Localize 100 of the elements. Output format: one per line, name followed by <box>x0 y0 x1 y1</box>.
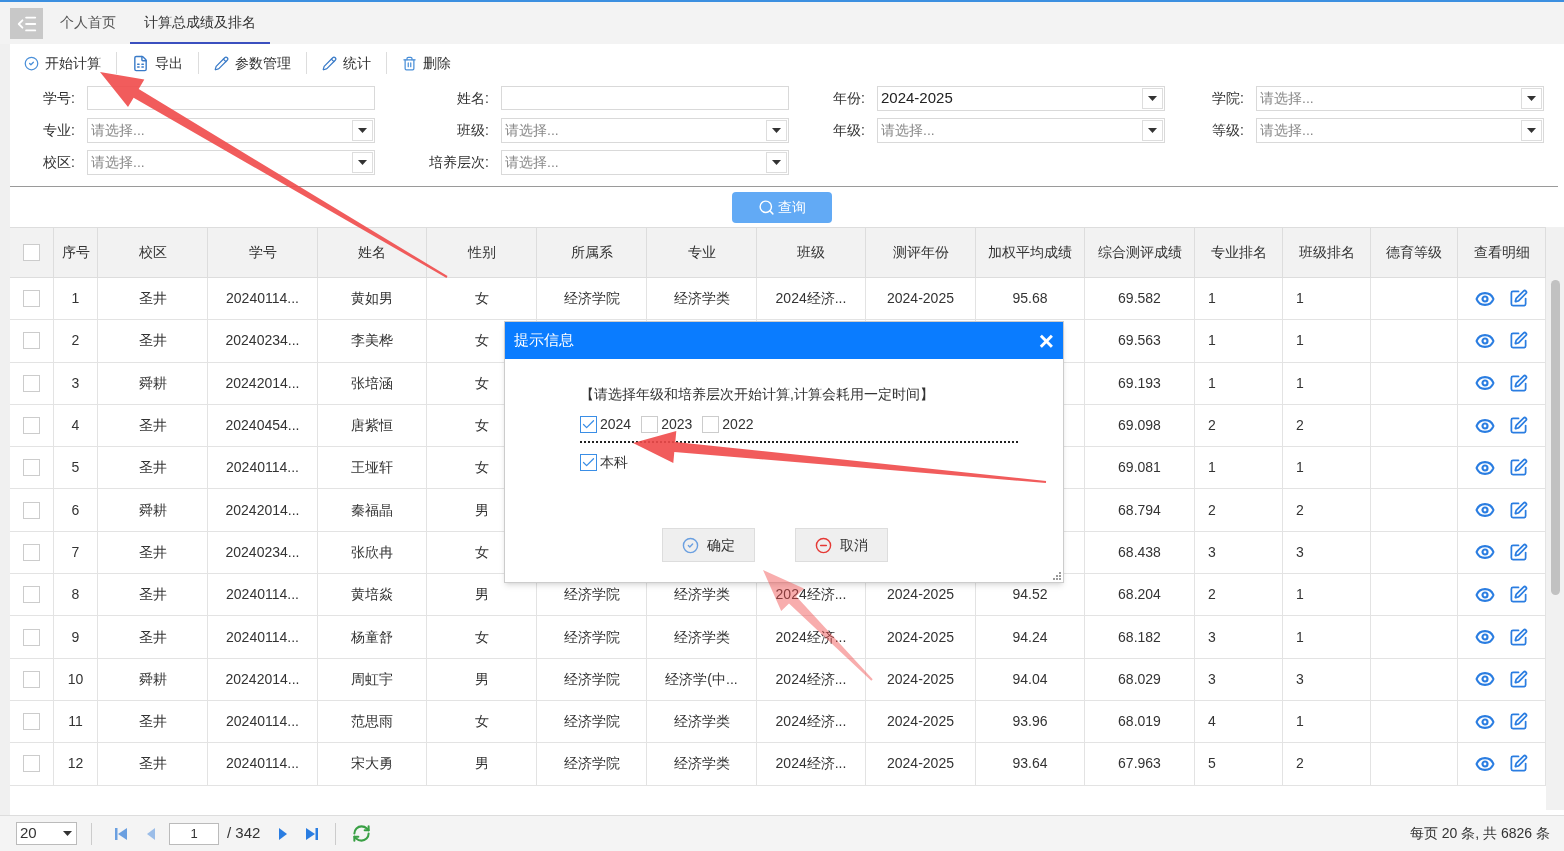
scrollbar[interactable] <box>1546 227 1564 810</box>
table-cell-text: 黄如男 <box>351 289 393 309</box>
table-cell-text: 男 <box>474 585 489 605</box>
table-cell-text: 2024经济... <box>775 627 847 647</box>
edit-icon[interactable] <box>1509 458 1528 478</box>
checkbox[interactable] <box>23 332 40 350</box>
table-cell-text: 20240454... <box>225 416 300 436</box>
table-cell-text: 93.96 <box>1012 712 1048 732</box>
checkbox[interactable] <box>23 244 40 261</box>
table-cell-text: 5 <box>71 458 80 478</box>
page-number-field[interactable]: 1 <box>169 822 219 845</box>
select-field[interactable]: 请选择... <box>501 117 789 143</box>
column-header: 姓名 <box>358 243 386 262</box>
table-cell-text: 经济学院 <box>563 669 620 689</box>
checkbox[interactable] <box>23 713 40 731</box>
refresh-icon[interactable] <box>352 824 372 843</box>
checkbox[interactable] <box>702 416 720 433</box>
close-button[interactable]: × <box>1038 327 1054 354</box>
dialog-button[interactable]: 确定 <box>662 528 755 562</box>
input-field[interactable] <box>501 86 789 110</box>
edit-icon[interactable] <box>1509 289 1528 309</box>
page-size-select[interactable]: 20 <box>16 822 77 845</box>
table-cell-text: 2024-2025 <box>887 712 954 732</box>
checkbox[interactable] <box>23 290 40 308</box>
table-cell-text: 69.582 <box>1118 289 1161 309</box>
dialog-button[interactable]: 取消 <box>795 528 888 562</box>
table-cell-text: 1 <box>1208 289 1216 309</box>
checkbox[interactable] <box>23 543 40 561</box>
checkbox[interactable] <box>23 417 40 435</box>
field-label: 专业: <box>42 120 76 140</box>
edit-icon[interactable] <box>1509 500 1528 520</box>
tab[interactable]: 个人首页 <box>46 2 130 44</box>
toolbar-button[interactable]: 统计 <box>320 50 373 76</box>
edit-icon[interactable] <box>1509 627 1528 647</box>
edit-icon[interactable] <box>1509 542 1528 562</box>
select-field[interactable]: 请选择... <box>87 149 375 175</box>
table-cell-text: 圣井 <box>138 458 167 478</box>
select-field[interactable]: 2024-2025 <box>877 85 1165 111</box>
table-cell-text: 3 <box>1208 627 1216 647</box>
toolbar-button[interactable]: 参数管理 <box>212 50 293 76</box>
last-page-icon[interactable] <box>305 826 320 841</box>
first-page-icon[interactable] <box>114 826 128 841</box>
table-cell-text: 女 <box>474 542 489 562</box>
table-cell-text: 圣井 <box>138 289 167 309</box>
column-header: 加权平均成绩 <box>988 243 1072 262</box>
pencil-icon <box>214 55 229 71</box>
table-cell-text: 2 <box>1296 754 1304 774</box>
table-cell-text: 6 <box>71 500 80 520</box>
checkbox[interactable] <box>23 501 40 519</box>
column-header: 专业排名 <box>1210 243 1267 262</box>
field-label: 年级: <box>832 120 866 140</box>
checkbox-label: 2024 <box>600 415 632 434</box>
toolbar-button[interactable]: 导出 <box>130 50 185 76</box>
checkbox[interactable] <box>580 454 597 471</box>
table-cell-text: 68.204 <box>1118 585 1161 605</box>
table-cell-text: 1 <box>1296 458 1304 478</box>
table-cell-text: 2 <box>1208 416 1216 436</box>
table-cell-text: 3 <box>71 373 80 393</box>
table-cell-text: 20242014... <box>225 500 300 520</box>
table-cell-text: 9 <box>71 627 80 647</box>
select-field[interactable]: 请选择... <box>501 149 789 175</box>
checkbox[interactable] <box>23 755 40 773</box>
toolbar-button[interactable]: 删除 <box>400 50 453 76</box>
edit-icon[interactable] <box>1509 712 1528 732</box>
table-cell-text: 1 <box>71 289 80 309</box>
select-field[interactable]: 请选择... <box>877 117 1165 143</box>
table-cell-text: 20240114... <box>226 627 299 647</box>
select-field[interactable]: 请选择... <box>1256 117 1544 143</box>
checkbox[interactable] <box>580 416 597 433</box>
edit-icon[interactable] <box>1509 416 1528 436</box>
table-cell-text: 女 <box>474 627 489 647</box>
edit-icon[interactable] <box>1509 754 1528 774</box>
table-cell-text: 王垭轩 <box>351 458 393 478</box>
column-header: 校区 <box>138 243 167 262</box>
field-label: 姓名: <box>456 88 490 108</box>
table-cell-text: 范思雨 <box>351 712 393 732</box>
checkbox[interactable] <box>23 628 40 646</box>
table-cell-text: 男 <box>474 754 489 774</box>
edit-icon[interactable] <box>1509 669 1528 689</box>
table-cell-text: 男 <box>474 500 489 520</box>
checkbox[interactable] <box>23 670 40 688</box>
field-label: 班级: <box>456 120 490 140</box>
select-field[interactable]: 请选择... <box>87 117 375 143</box>
checkbox[interactable] <box>23 374 40 392</box>
table-cell-text: 经济学院 <box>563 754 620 774</box>
checkbox[interactable] <box>23 459 40 477</box>
input-field[interactable] <box>87 86 375 110</box>
eye-icon[interactable] <box>1475 627 1495 647</box>
edit-icon[interactable] <box>1509 373 1528 393</box>
checkbox[interactable] <box>23 586 40 604</box>
toolbar-button[interactable]: 开始计算 <box>22 50 103 76</box>
select-field[interactable]: 请选择... <box>1256 85 1544 111</box>
edit-icon[interactable] <box>1509 585 1528 605</box>
edit-icon[interactable] <box>1509 331 1528 351</box>
menu-toggle-button[interactable] <box>10 8 43 39</box>
page-total: / 342 <box>227 823 261 844</box>
table-cell-text: 经济学院 <box>563 712 620 732</box>
checkbox[interactable] <box>641 416 659 433</box>
next-page-icon[interactable] <box>278 826 289 841</box>
resize-grip-icon[interactable] <box>1051 570 1061 580</box>
